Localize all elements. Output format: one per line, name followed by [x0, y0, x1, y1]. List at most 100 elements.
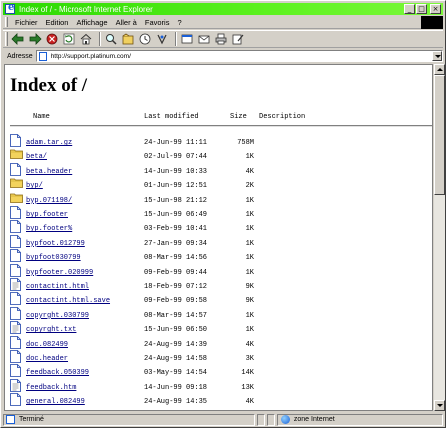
- file-row: general.082499 24-Aug-99 14:35 4K: [10, 393, 432, 407]
- file-link[interactable]: bypfoot.012799: [26, 240, 85, 248]
- address-input[interactable]: http://support.platinum.com/: [35, 50, 443, 62]
- address-dropdown-button[interactable]: [432, 51, 442, 61]
- file-size: 1K: [245, 153, 254, 162]
- file-row: byp/01-Jun-99 12:51 2K: [10, 177, 432, 191]
- file-link[interactable]: adam.tar.gz: [26, 139, 72, 147]
- file-link[interactable]: copyrght.txt: [26, 326, 76, 334]
- file-modified: 24-Aug-99 14:39: [144, 340, 208, 349]
- menu-aller-a[interactable]: Aller à: [112, 18, 141, 27]
- status-panel: [257, 413, 265, 426]
- file-icon[interactable]: [10, 234, 22, 248]
- status-main: Terminé: [3, 413, 256, 426]
- file-row: beta/02-Jul-99 07:44 1K: [10, 148, 432, 162]
- folder-icon[interactable]: [10, 192, 23, 205]
- refresh-icon[interactable]: [62, 32, 76, 46]
- menu-edition[interactable]: Edition: [42, 18, 73, 27]
- file-link[interactable]: byp.footer: [26, 211, 68, 219]
- column-header-description[interactable]: Description: [259, 113, 305, 121]
- file-icon[interactable]: [10, 134, 22, 147]
- column-header-size[interactable]: Size: [230, 113, 247, 121]
- file-link[interactable]: feedback.htm: [26, 384, 76, 392]
- file-size: 4K: [245, 167, 254, 176]
- file-icon[interactable]: [10, 162, 22, 176]
- close-button[interactable]: ×: [430, 4, 441, 14]
- text-file-icon[interactable]: [10, 321, 22, 335]
- search-icon[interactable]: [104, 32, 118, 46]
- fullscreen-icon[interactable]: [180, 32, 194, 46]
- scroll-thumb[interactable]: [434, 75, 445, 195]
- file-row: copyrght.txt 15-Jun-99 06:50 1K: [10, 321, 432, 335]
- vertical-scrollbar[interactable]: [434, 64, 445, 411]
- minimize-button[interactable]: _: [404, 4, 415, 14]
- toolbar-separator: [175, 32, 177, 46]
- text-file-icon[interactable]: [10, 278, 22, 291]
- file-icon[interactable]: [10, 393, 22, 407]
- folder-icon[interactable]: [10, 148, 23, 161]
- edit-icon[interactable]: [231, 32, 245, 46]
- column-header-name[interactable]: Name: [33, 113, 50, 121]
- print-icon[interactable]: [214, 32, 228, 46]
- file-icon[interactable]: [10, 220, 22, 234]
- file-link[interactable]: contactint.html: [26, 283, 89, 291]
- channels-icon[interactable]: [155, 32, 169, 46]
- toolbar-separator: [99, 32, 101, 46]
- text-file-icon[interactable]: [10, 378, 22, 392]
- home-icon[interactable]: [79, 32, 93, 46]
- column-header-modified[interactable]: Last modified: [144, 113, 199, 121]
- menu-fichier[interactable]: Fichier: [11, 18, 42, 27]
- file-icon[interactable]: [10, 364, 22, 378]
- file-link[interactable]: general.082499: [26, 398, 85, 406]
- forward-icon[interactable]: [28, 32, 42, 46]
- file-size: 2K: [245, 182, 254, 191]
- menu-affichage[interactable]: Affichage: [72, 18, 111, 27]
- stop-icon[interactable]: [45, 32, 59, 46]
- file-modified: 03-Feb-99 10:41: [144, 225, 208, 234]
- file-link[interactable]: contactint.html.save: [26, 297, 110, 305]
- file-link[interactable]: byp.071198/: [26, 197, 72, 205]
- menu-favoris[interactable]: Favoris: [141, 18, 174, 27]
- address-url[interactable]: http://support.platinum.com/: [51, 53, 131, 60]
- file-link[interactable]: feedback.050399: [26, 369, 89, 377]
- file-link[interactable]: beta.header: [26, 168, 72, 176]
- status-text: Terminé: [19, 416, 44, 423]
- file-icon[interactable]: [10, 263, 22, 277]
- file-link[interactable]: bypfoot030799: [26, 254, 81, 262]
- file-row: byp.footer% 03-Feb-99 10:41 1K: [10, 220, 432, 234]
- file-link[interactable]: beta/: [26, 153, 47, 161]
- page-done-icon: [6, 415, 15, 424]
- menu-help[interactable]: ?: [173, 18, 185, 27]
- file-icon[interactable]: [10, 350, 22, 363]
- file-modified: 27-Jan-99 09:34: [144, 239, 208, 248]
- file-link[interactable]: byp/: [26, 182, 43, 190]
- scroll-up-button[interactable]: [434, 64, 445, 75]
- file-modified: 24-Aug-99 14:35: [144, 398, 208, 407]
- back-icon[interactable]: [11, 32, 25, 46]
- file-modified: 18-Feb-99 07:12: [144, 283, 208, 291]
- mail-icon[interactable]: [197, 32, 211, 46]
- title-bar[interactable]: Index of / - Microsoft Internet Explorer…: [3, 2, 443, 15]
- file-icon[interactable]: [10, 335, 22, 349]
- file-size: 1K: [245, 211, 254, 219]
- file-modified: 24-Jun-99 11:11: [144, 139, 208, 147]
- menu-grip-handle[interactable]: [5, 17, 8, 27]
- zone-text: zone Internet: [293, 416, 335, 423]
- file-modified: 01-Jun-99 12:51: [144, 182, 208, 191]
- file-link[interactable]: doc.header: [26, 355, 68, 363]
- history-icon[interactable]: [138, 32, 152, 46]
- file-link[interactable]: bypfooter.020999: [26, 269, 93, 277]
- folder-icon[interactable]: [10, 177, 23, 190]
- file-link[interactable]: doc.082499: [26, 341, 68, 349]
- file-icon[interactable]: [10, 306, 22, 320]
- file-link[interactable]: byp.footer%: [26, 225, 72, 233]
- file-modified: 08-Mar-99 14:56: [144, 254, 208, 263]
- file-row: bypfoot030799 08-Mar-99 14:56 1K: [10, 249, 432, 263]
- file-link[interactable]: copyrght.030799: [26, 312, 89, 320]
- file-row: byp.071198/15-Jun-98 21:12 1K: [10, 192, 432, 206]
- scroll-down-button[interactable]: [434, 400, 445, 411]
- file-icon[interactable]: [10, 292, 22, 306]
- maximize-button[interactable]: □: [416, 4, 427, 14]
- toolbar-grip-handle[interactable]: [5, 32, 8, 46]
- file-icon[interactable]: [10, 249, 22, 263]
- file-icon[interactable]: [10, 206, 22, 219]
- favorites-icon[interactable]: [121, 32, 135, 46]
